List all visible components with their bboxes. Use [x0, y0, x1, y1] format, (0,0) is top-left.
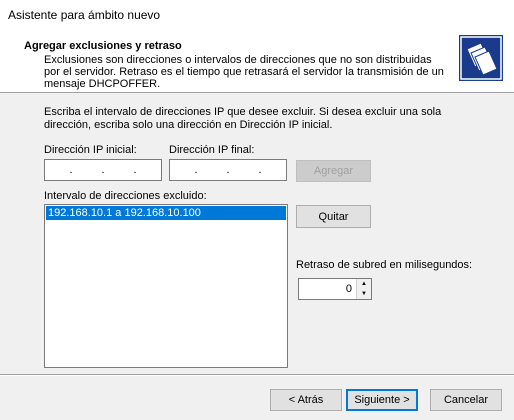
- list-item[interactable]: 192.168.10.1 a 192.168.10.100: [46, 206, 286, 220]
- delay-value[interactable]: 0: [299, 279, 356, 299]
- ip-dot: .: [101, 164, 105, 176]
- excluded-range-list[interactable]: 192.168.10.1 a 192.168.10.100: [44, 204, 288, 368]
- excluded-range-label: Intervalo de direcciones excluido:: [44, 190, 207, 202]
- next-button[interactable]: Siguiente >: [346, 389, 418, 411]
- ip-dot: .: [133, 164, 137, 176]
- end-ip-label: Dirección IP final:: [169, 144, 255, 156]
- ip-dot: .: [69, 164, 73, 176]
- cancel-button[interactable]: Cancelar: [430, 389, 502, 411]
- ip-dot: .: [226, 164, 230, 176]
- folders-icon: [459, 35, 503, 81]
- ip-dot: .: [258, 164, 262, 176]
- start-ip-field[interactable]: . . .: [44, 159, 162, 181]
- page-description: Exclusiones son direcciones o intervalos…: [44, 54, 444, 90]
- add-button[interactable]: Agregar: [296, 160, 371, 182]
- delay-spinner[interactable]: 0 ▲ ▼: [298, 278, 372, 300]
- window-title: Asistente para ámbito nuevo: [8, 8, 161, 22]
- arrow-up-icon[interactable]: ▲: [357, 279, 371, 289]
- delay-label: Retraso de subred en milisegundos:: [296, 259, 473, 271]
- footer-separator: [0, 374, 514, 376]
- end-ip-field[interactable]: . . .: [169, 159, 287, 181]
- back-button[interactable]: < Atrás: [270, 389, 342, 411]
- instructions-text: Escriba el intervalo de direcciones IP q…: [44, 106, 442, 131]
- ip-dot: .: [194, 164, 198, 176]
- arrow-down-icon[interactable]: ▼: [357, 289, 371, 299]
- page-title: Agregar exclusiones y retraso: [24, 40, 182, 52]
- start-ip-label: Dirección IP inicial:: [44, 144, 137, 156]
- remove-button[interactable]: Quitar: [296, 205, 371, 228]
